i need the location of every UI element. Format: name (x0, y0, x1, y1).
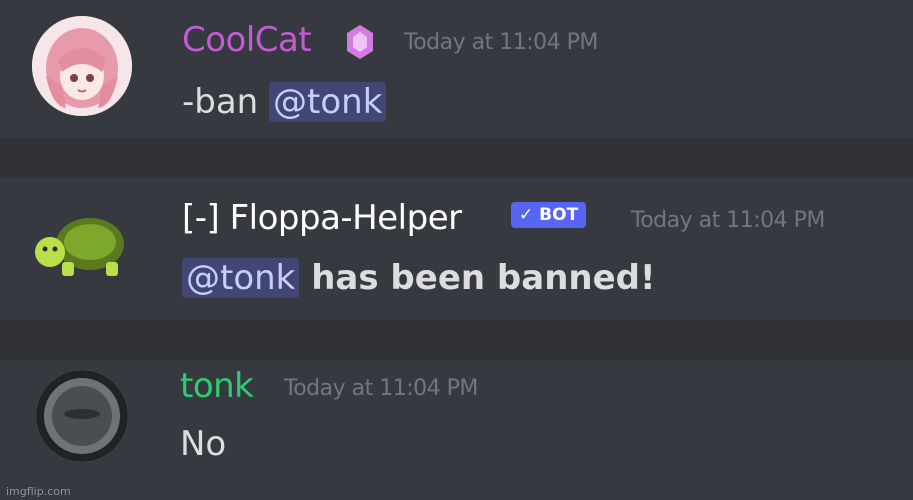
tonk-timestamp: Today at 11:04 PM (284, 376, 478, 401)
message-text: -ban (182, 82, 270, 122)
imgflip-watermark: imgflip.com (6, 485, 71, 498)
tonk-username[interactable]: tonk (180, 366, 254, 406)
turtle-avatar-icon (35, 218, 124, 276)
message-text: has been banned! (299, 258, 656, 298)
gray-circle-avatar-icon (36, 370, 128, 462)
nitro-gem-icon[interactable] (345, 24, 375, 60)
coolcat-username[interactable]: CoolCat (182, 20, 312, 60)
floppa-helper-message-content: @tonk has been banned! (182, 258, 656, 298)
tonk-message-content: No (180, 424, 227, 464)
message-floppa-helper: [-] Floppa-Helper ✓ BOT Today at 11:04 P… (0, 178, 913, 320)
anime-girl-avatar-icon (32, 16, 132, 116)
floppa-helper-timestamp: Today at 11:04 PM (631, 208, 825, 233)
mention-tonk[interactable]: @tonk (269, 82, 387, 122)
message-divider (0, 320, 913, 360)
mention-tonk[interactable]: @tonk (182, 258, 300, 298)
tonk-avatar[interactable] (36, 370, 128, 462)
coolcat-message-content: -ban @tonk (182, 82, 387, 122)
message-divider (0, 138, 913, 178)
message-coolcat: CoolCat Today at 11:04 PM -ban @tonk (0, 0, 913, 138)
floppa-helper-avatar[interactable] (28, 202, 128, 302)
floppa-helper-username[interactable]: [-] Floppa-Helper (182, 198, 462, 238)
coolcat-avatar[interactable] (32, 16, 132, 116)
bot-tag: ✓ BOT (511, 202, 587, 228)
message-tonk: tonk Today at 11:04 PM No (0, 360, 913, 500)
coolcat-timestamp: Today at 11:04 PM (404, 30, 598, 55)
